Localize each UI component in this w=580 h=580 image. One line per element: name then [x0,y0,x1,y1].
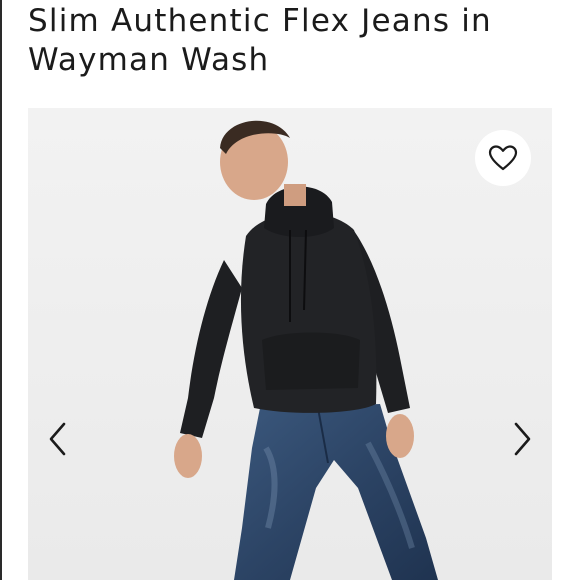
left-edge-divider [0,0,2,580]
product-title: Slim Authentic Flex Jeans in Wayman Wash [28,3,492,78]
previous-image-button[interactable] [40,421,76,457]
heart-outline-icon [488,145,518,171]
chevron-left-icon [49,422,66,456]
next-image-button[interactable] [504,421,540,457]
product-image-gallery[interactable] [28,108,552,580]
chevron-right-icon [514,422,531,456]
favorite-button[interactable] [475,130,531,186]
product-photo [28,108,552,580]
